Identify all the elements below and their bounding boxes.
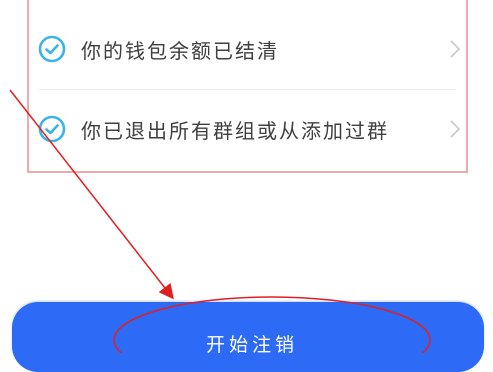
chevron-right-icon	[450, 120, 461, 138]
check-circle-icon	[38, 35, 66, 63]
checklist-item-label: 你已退出所有群组或从添加过群	[81, 118, 389, 143]
checklist-item-label: 你的钱包余额已结清	[81, 38, 279, 63]
check-circle-icon	[38, 115, 66, 143]
checklist-item-groups[interactable]: 你已退出所有群组或从添加过群	[29, 86, 466, 172]
chevron-right-icon	[450, 40, 461, 58]
checklist-item-wallet-balance[interactable]: 你的钱包余额已结清	[29, 6, 466, 92]
start-deregister-button[interactable]: 开始注销	[12, 302, 484, 372]
checklist-box: 你的钱包余额已结清 你已退出所有群组或从添加过群	[27, 0, 468, 173]
